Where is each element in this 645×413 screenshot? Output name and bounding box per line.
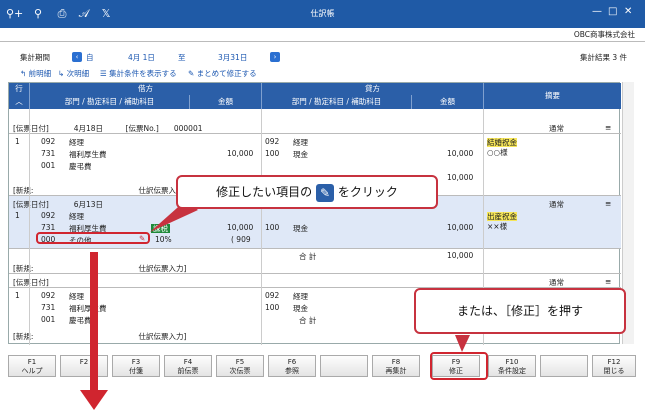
callout-text: 修正したい項目の: [216, 185, 313, 199]
callout-text-tail: をクリック: [337, 185, 398, 199]
pencil-icon: ✎: [316, 183, 334, 202]
edit-item-callout: 修正したい項目の ✎ をクリック: [176, 175, 438, 209]
callout-pointer-f9: [455, 335, 470, 352]
down-arrow-shaft: [90, 252, 98, 392]
down-arrow-head: [80, 390, 108, 410]
press-edit-callout: または、［修正］を押す: [414, 288, 626, 334]
